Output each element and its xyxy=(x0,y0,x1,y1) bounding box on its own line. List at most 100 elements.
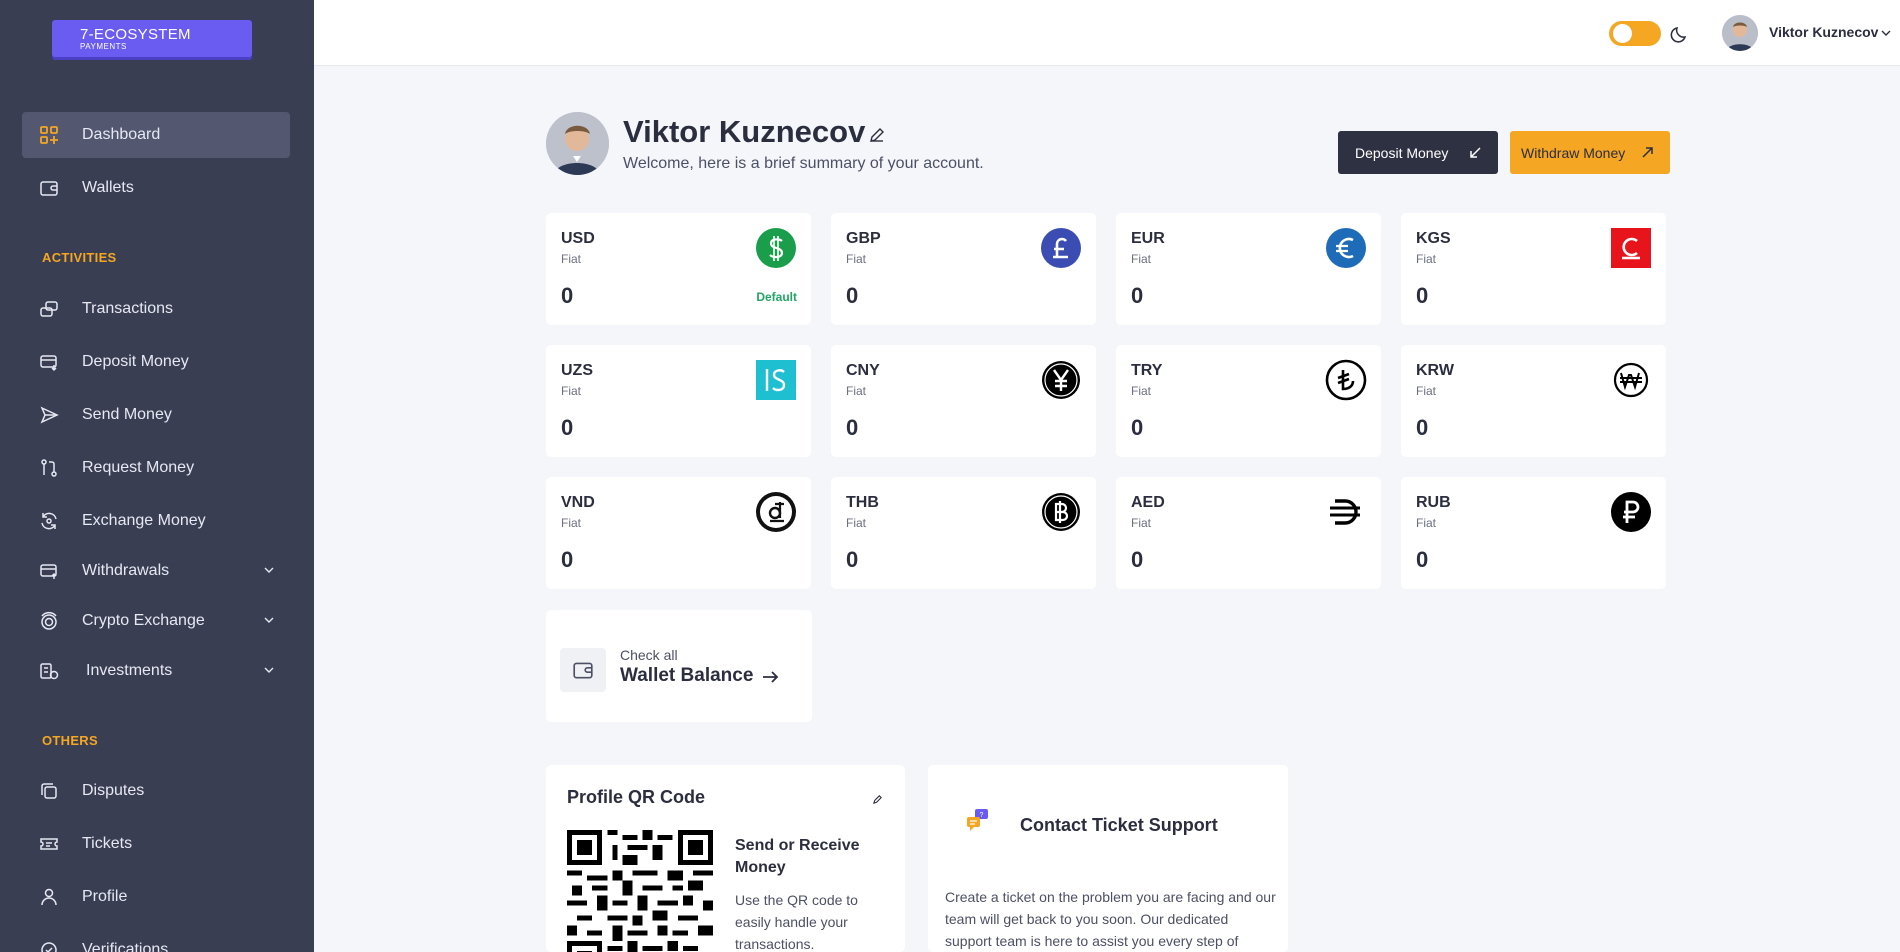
sidebar-item-crypto-exchange[interactable]: Crypto Exchange xyxy=(22,598,290,644)
sidebar-item-send-money[interactable]: Send Money xyxy=(22,392,290,438)
currency-card-rub[interactable]: RUB Fiat 0 xyxy=(1401,477,1666,589)
sidebar: 7-ECOSYSTEM PAYMENTS Dashboard Wallets A… xyxy=(0,0,314,952)
sidebar-item-profile[interactable]: Profile xyxy=(22,874,290,920)
support-description: Create a ticket on the problem you are f… xyxy=(945,889,1276,949)
currency-code: EUR xyxy=(1131,230,1165,247)
currency-code: THB xyxy=(846,494,879,511)
arrow-down-left-icon xyxy=(1470,147,1481,158)
sidebar-item-disputes[interactable]: Disputes xyxy=(22,768,290,814)
sum-icon xyxy=(755,359,797,401)
sidebar-item-request-money[interactable]: Request Money xyxy=(22,445,290,491)
brand-logo[interactable]: 7-ECOSYSTEM PAYMENTS xyxy=(52,20,252,57)
sidebar-item-label: Crypto Exchange xyxy=(82,612,205,629)
currency-card-eur[interactable]: EUR Fiat 0 xyxy=(1116,213,1381,325)
currency-amount: 0 xyxy=(846,415,859,440)
withdrawals-icon xyxy=(38,560,60,582)
withdraw-money-button[interactable]: Withdraw Money xyxy=(1510,131,1670,174)
chevron-down-icon xyxy=(264,567,274,573)
sidebar-item-transactions[interactable]: Transactions xyxy=(22,286,290,332)
sidebar-item-deposit-money[interactable]: Deposit Money xyxy=(22,339,290,385)
disputes-icon xyxy=(38,780,60,802)
chevron-down-icon[interactable] xyxy=(1880,27,1892,39)
welcome-text: Welcome, here is a brief summary of your… xyxy=(623,155,984,172)
currency-card-kgs[interactable]: KGS Fiat 0 xyxy=(1401,213,1666,325)
profile-avatar xyxy=(546,112,609,175)
currency-type: Fiat xyxy=(561,516,582,530)
currency-amount: 0 xyxy=(561,283,574,308)
deposit-money-button[interactable]: Deposit Money xyxy=(1338,131,1498,174)
brand-tagline: PAYMENTS xyxy=(80,42,127,51)
currency-card-thb[interactable]: THB Fiat 0 xyxy=(831,477,1096,589)
currency-amount: 0 xyxy=(1131,415,1144,440)
moon-icon[interactable] xyxy=(1670,24,1690,44)
qr-heading: Send or Receive Money xyxy=(735,837,860,876)
deposit-icon xyxy=(38,351,60,373)
wallet-balance-title: Wallet Balance xyxy=(620,665,754,686)
sidebar-item-label: Tickets xyxy=(82,835,133,852)
user-menu-name[interactable]: Viktor Kuznecov xyxy=(1769,24,1878,40)
currency-card-try[interactable]: TRY Fiat 0 xyxy=(1116,345,1381,457)
chevron-down-icon xyxy=(264,667,274,673)
currency-card-vnd[interactable]: VND Fiat 0 xyxy=(546,477,811,589)
currency-code: USD xyxy=(561,230,595,247)
sidebar-item-label: Dashboard xyxy=(82,126,161,143)
dirham-icon xyxy=(1325,491,1367,533)
sidebar-item-label: Send Money xyxy=(82,406,172,423)
sidebar-item-label: Wallets xyxy=(82,179,134,196)
qr-description: Use the QR code to easily handle your tr… xyxy=(735,892,858,952)
currency-card-uzs[interactable]: UZS Fiat 0 xyxy=(546,345,811,457)
dong-icon xyxy=(755,491,797,533)
sidebar-item-verifications[interactable]: Verifications xyxy=(22,927,290,952)
currency-type: Fiat xyxy=(1416,516,1437,530)
currency-amount: 0 xyxy=(1131,547,1144,572)
panel-title: Contact Ticket Support xyxy=(1020,815,1218,835)
currency-type: Fiat xyxy=(561,252,582,266)
currency-card-gbp[interactable]: GBP Fiat 0 xyxy=(831,213,1096,325)
sidebar-item-label: Disputes xyxy=(82,782,145,799)
sidebar-item-label: Withdrawals xyxy=(82,562,170,579)
sidebar-item-withdrawals[interactable]: Withdrawals xyxy=(22,548,290,594)
sidebar-item-tickets[interactable]: Tickets xyxy=(22,821,290,867)
panel-title: Profile QR Code xyxy=(567,787,706,807)
toggle-knob xyxy=(1613,24,1632,43)
wallet-balance-card[interactable]: Check all Wallet Balance xyxy=(546,610,812,722)
currency-code: GBP xyxy=(846,230,881,247)
currency-amount: 0 xyxy=(846,283,859,308)
arrow-right-icon xyxy=(763,671,779,683)
dashboard-icon xyxy=(38,124,60,146)
wallet-icon xyxy=(560,648,606,692)
sidebar-item-wallets[interactable]: Wallets xyxy=(22,165,290,211)
section-label-activities: ACTIVITIES xyxy=(42,250,117,265)
currency-card-krw[interactable]: KRW Fiat 0 xyxy=(1401,345,1666,457)
sidebar-item-exchange-money[interactable]: Exchange Money xyxy=(22,498,290,544)
qr-code[interactable] xyxy=(567,830,713,952)
sidebar-item-label: Deposit Money xyxy=(82,353,189,370)
tickets-icon xyxy=(38,833,60,855)
currency-card-cny[interactable]: CNY Fiat 0 xyxy=(831,345,1096,457)
contact-ticket-support-panel[interactable]: ? Contact Ticket Support Create a ticket… xyxy=(928,765,1288,952)
currency-card-aed[interactable]: AED Fiat 0 xyxy=(1116,477,1381,589)
currency-amount: 0 xyxy=(1416,547,1429,572)
button-label: Withdraw Money xyxy=(1521,144,1626,161)
edit-icon[interactable] xyxy=(872,794,883,805)
theme-toggle[interactable] xyxy=(1609,21,1661,46)
support-badge: ? xyxy=(980,812,984,819)
currency-card-usd[interactable]: USD Fiat 0 Default xyxy=(546,213,811,325)
topbar xyxy=(314,0,1900,66)
currency-code: AED xyxy=(1131,494,1165,511)
sidebar-item-dashboard[interactable]: Dashboard xyxy=(22,112,290,158)
verifications-icon xyxy=(38,939,60,952)
currency-amount: 0 xyxy=(846,547,859,572)
som-icon xyxy=(1610,227,1652,269)
button-label: Deposit Money xyxy=(1355,144,1449,161)
currency-type: Fiat xyxy=(846,516,867,530)
user-avatar[interactable] xyxy=(1722,15,1758,51)
sidebar-item-label: Exchange Money xyxy=(82,512,206,529)
currency-type: Fiat xyxy=(1416,252,1437,266)
currency-type: Fiat xyxy=(1131,516,1152,530)
dollar-icon xyxy=(755,227,797,269)
sidebar-item-investments[interactable]: Investments xyxy=(22,648,290,694)
currency-type: Fiat xyxy=(1131,252,1152,266)
edit-profile-icon[interactable] xyxy=(868,126,886,144)
default-badge: Default xyxy=(756,290,797,304)
